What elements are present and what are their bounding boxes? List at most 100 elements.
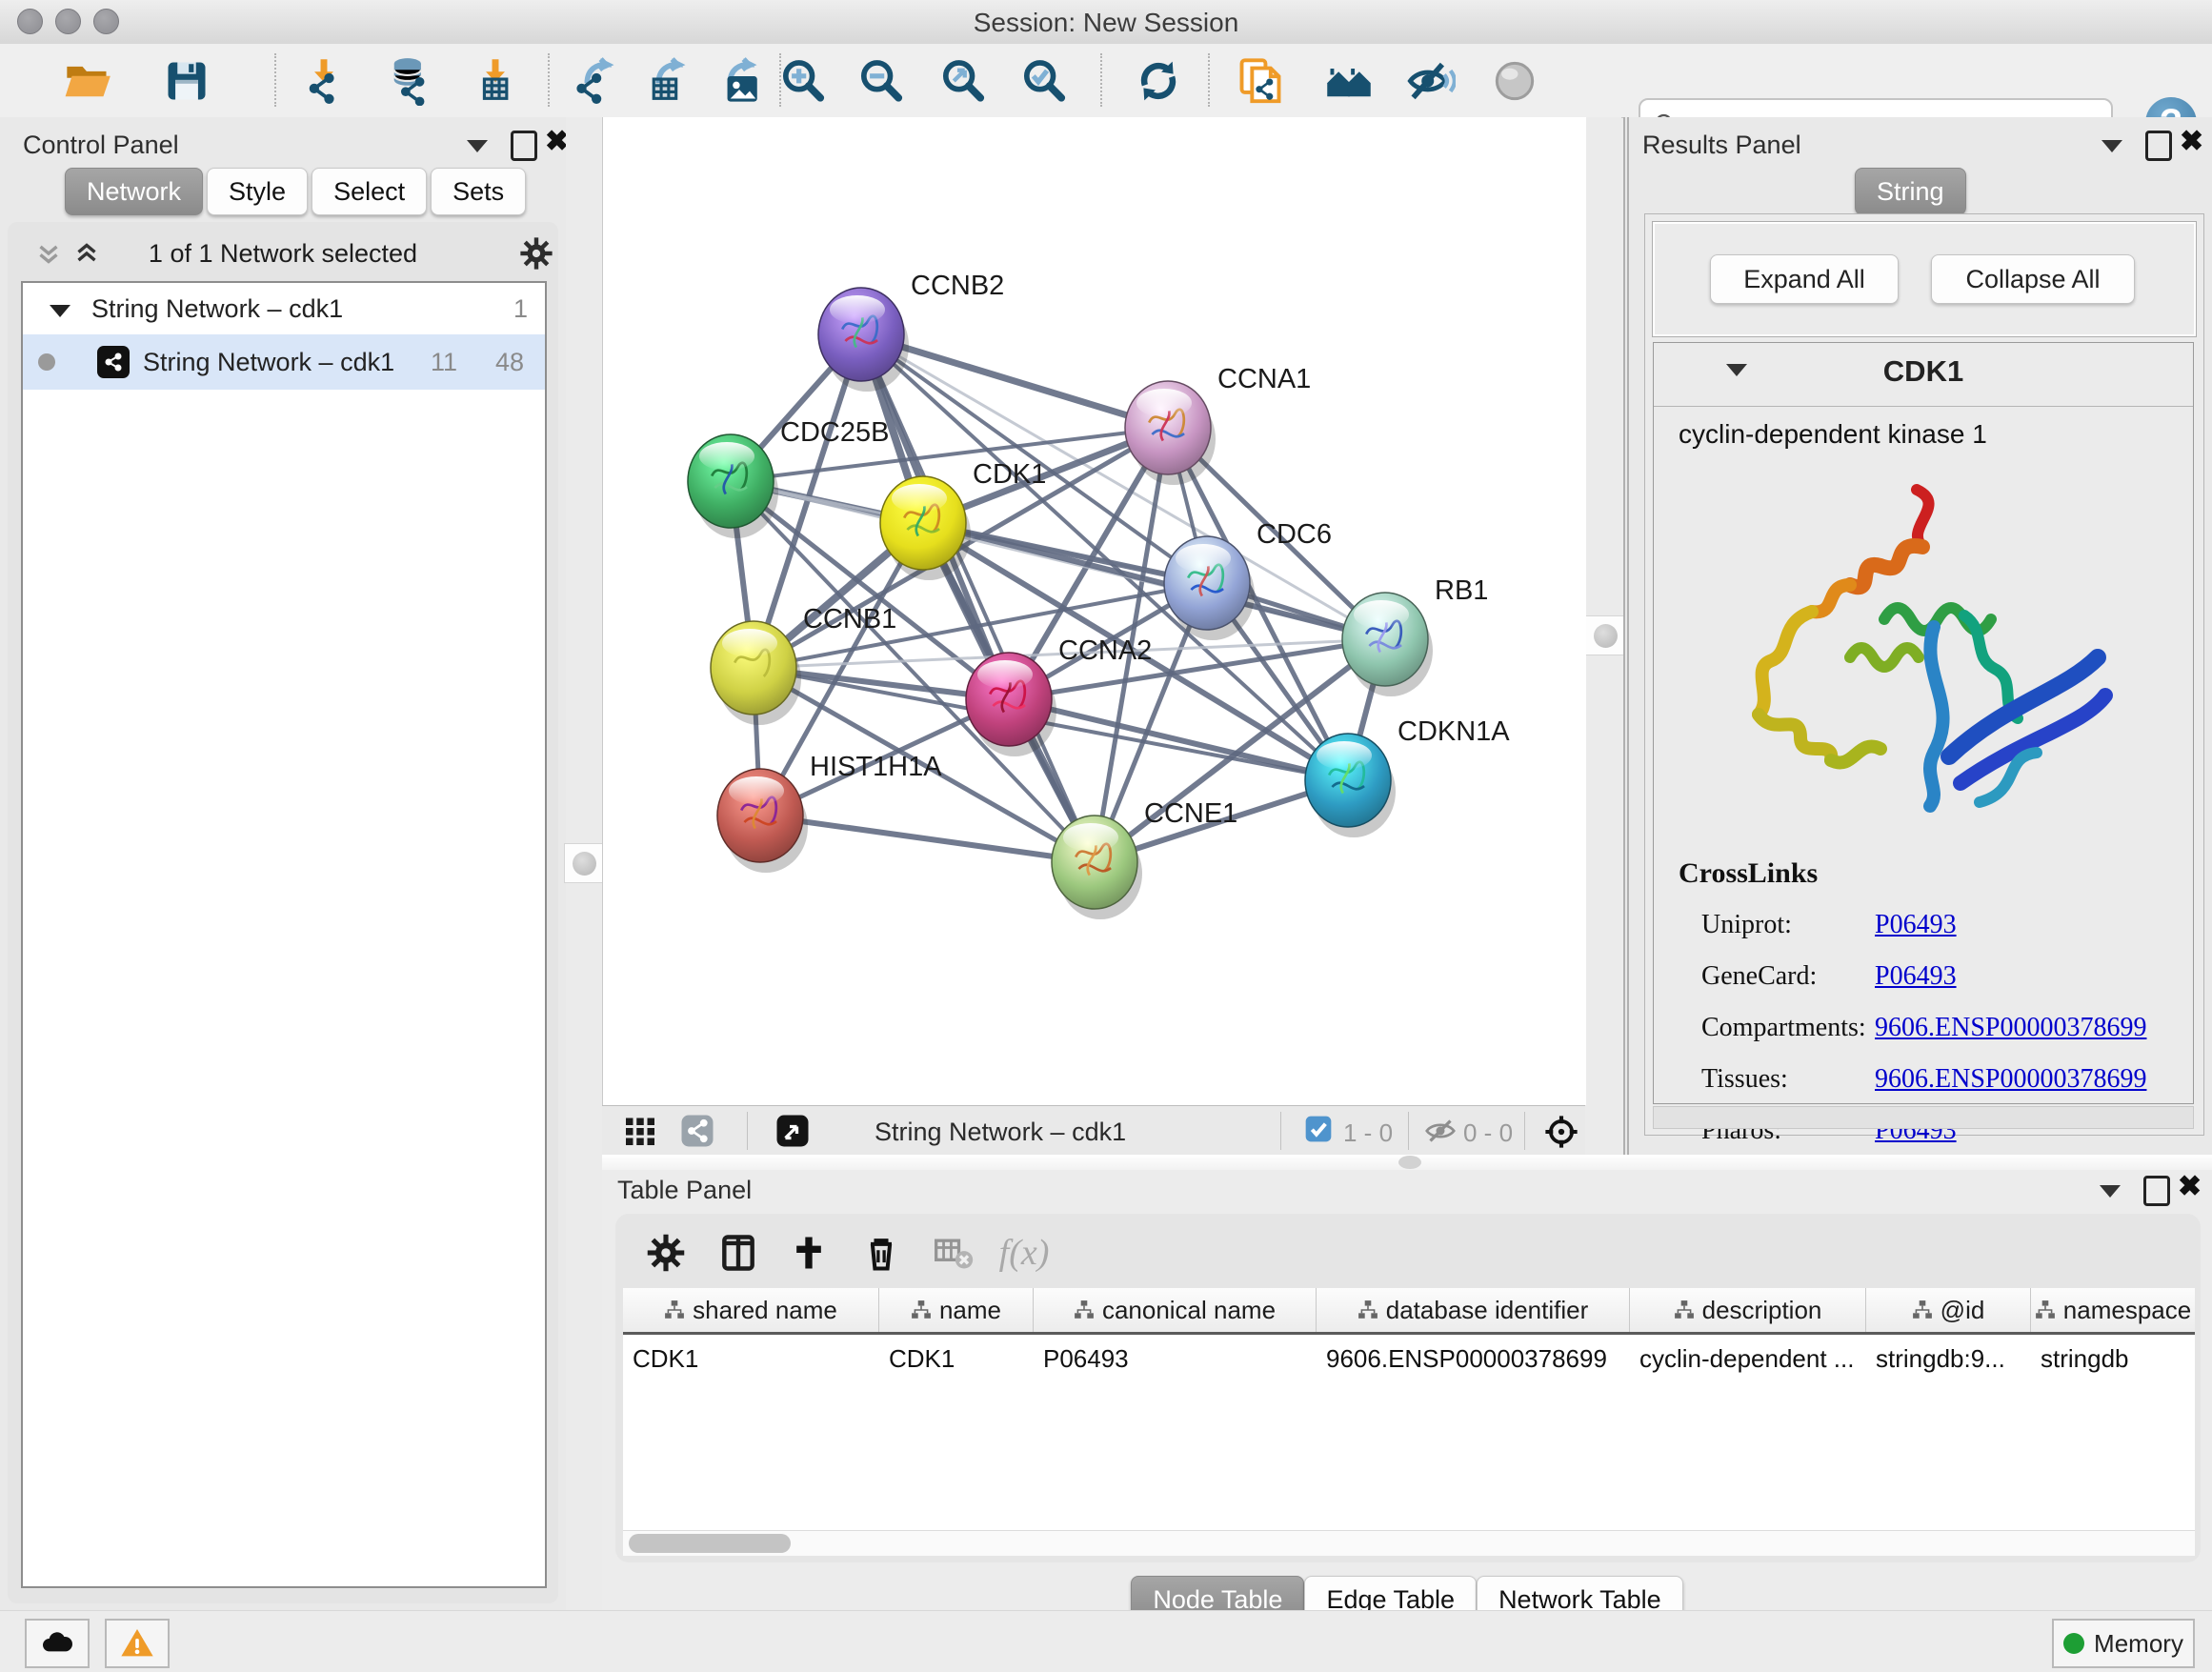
left-splitter[interactable] xyxy=(566,117,603,1610)
collapse-results-icon[interactable] xyxy=(2101,140,2122,157)
network-node[interactable]: CCNA1 xyxy=(1125,364,1311,485)
zoom-in-icon[interactable] xyxy=(777,55,829,107)
open-folder-icon[interactable] xyxy=(62,55,113,107)
delete-table-icon[interactable] xyxy=(930,1229,977,1277)
float-table-icon[interactable] xyxy=(2143,1176,2170,1206)
network-edge[interactable] xyxy=(760,816,1095,862)
network-node[interactable]: CCNB2 xyxy=(818,271,1004,392)
show-columns-icon[interactable] xyxy=(714,1229,762,1277)
network-style-icon[interactable] xyxy=(680,1114,714,1153)
zoom-out-icon[interactable] xyxy=(855,55,907,107)
table-cell[interactable]: CDK1 xyxy=(879,1335,1034,1382)
horizontal-splitter[interactable] xyxy=(602,1155,2212,1170)
export-network-icon[interactable] xyxy=(570,55,621,107)
tab-sets[interactable]: Sets xyxy=(431,168,526,215)
table-panel: Table Panel ✖ f(x) shared name xyxy=(602,1170,2212,1610)
function-builder-icon[interactable]: f(x) xyxy=(1000,1229,1048,1277)
import-database-icon[interactable] xyxy=(384,55,435,107)
table-cell[interactable]: 9606.ENSP00000378699 xyxy=(1317,1335,1630,1382)
collapse-table-icon[interactable] xyxy=(2100,1185,2121,1202)
share-document-icon[interactable] xyxy=(1235,55,1286,107)
float-panel-icon[interactable] xyxy=(511,131,537,161)
float-results-icon[interactable] xyxy=(2145,131,2172,161)
crosshair-icon[interactable] xyxy=(1543,1114,1579,1155)
right-splitter-grip[interactable] xyxy=(1585,615,1625,655)
table-gear-icon[interactable] xyxy=(642,1229,690,1277)
table-cell[interactable]: P06493 xyxy=(1034,1335,1317,1382)
column-header-name[interactable]: name xyxy=(879,1288,1034,1332)
network-collection-row[interactable]: String Network – cdk1 1 xyxy=(23,283,545,334)
crosslink-link[interactable]: 9606.ENSP00000378699 xyxy=(1875,1013,2146,1043)
collapse-all-button[interactable]: Collapse All xyxy=(1931,254,2135,304)
export-image-icon[interactable] xyxy=(713,55,764,107)
gear-icon[interactable] xyxy=(518,235,554,276)
expand-all-button[interactable]: Expand All xyxy=(1710,254,1899,304)
toolbar-separator xyxy=(274,53,276,107)
warning-icon xyxy=(118,1624,156,1662)
save-session-icon[interactable] xyxy=(161,55,212,107)
tab-style[interactable]: Style xyxy=(207,168,308,215)
right-splitter[interactable] xyxy=(1585,117,1621,1155)
cdk1-card-header[interactable]: CDK1 xyxy=(1654,343,2193,407)
hide-panel-icon[interactable] xyxy=(1405,55,1457,107)
selected-checkbox-icon[interactable] xyxy=(1303,1114,1334,1149)
grid-view-icon[interactable] xyxy=(623,1114,657,1153)
network-node-label: CDC6 xyxy=(1257,519,1332,550)
crosslink-link[interactable]: 9606.ENSP00000378699 xyxy=(1875,1064,2146,1095)
zoom-selected-icon[interactable] xyxy=(1018,55,1070,107)
memory-button[interactable]: Memory xyxy=(2052,1619,2195,1668)
column-header-shared-name[interactable]: shared name xyxy=(623,1288,879,1332)
close-table-icon[interactable]: ✖ xyxy=(2178,1170,2202,1203)
crosslink-row: Compartments:9606.ENSP00000378699 xyxy=(1679,1002,2146,1054)
network-node[interactable]: CDC25B xyxy=(688,417,889,538)
hscroll-thumb[interactable] xyxy=(629,1534,791,1553)
close-results-icon[interactable]: ✖ xyxy=(2180,125,2203,158)
tab-select[interactable]: Select xyxy=(312,168,427,215)
preview-icon[interactable] xyxy=(1489,55,1540,107)
table-cell[interactable]: cyclin-dependent ... xyxy=(1630,1335,1866,1382)
birds-eye-view-icon[interactable] xyxy=(775,1114,810,1153)
tab-network[interactable]: Network xyxy=(65,168,203,215)
crosslink-label: GeneCard: xyxy=(1679,961,1875,992)
column-header-namespace[interactable]: namespace xyxy=(2031,1288,2195,1332)
table-cell[interactable]: stringdb xyxy=(2031,1335,2195,1382)
network-node-label: CDKN1A xyxy=(1398,716,1510,747)
network-row[interactable]: String Network – cdk1 11 48 xyxy=(23,334,545,390)
network-canvas[interactable]: CCNB2 CCNA1 CDC25B CDK1 CDC6 RB1 CCNB1 xyxy=(602,117,1586,1105)
network-node[interactable]: HIST1H1A xyxy=(717,752,942,873)
zoom-fit-icon[interactable] xyxy=(937,55,989,107)
hidden-counts: 0 - 0 xyxy=(1463,1118,1513,1148)
results-scroll-track[interactable] xyxy=(1653,1106,2194,1129)
memory-label: Memory xyxy=(2094,1629,2183,1659)
left-splitter-grip[interactable] xyxy=(564,843,604,883)
crosslink-link[interactable]: P06493 xyxy=(1875,961,1957,992)
table-row[interactable]: CDK1CDK1P064939606.ENSP00000378699cyclin… xyxy=(623,1335,2195,1382)
delete-column-icon[interactable] xyxy=(857,1229,905,1277)
export-table-icon[interactable] xyxy=(641,55,693,107)
collapse-panel-icon[interactable] xyxy=(467,140,488,157)
column-header-description[interactable]: description xyxy=(1630,1288,1866,1332)
table-cell[interactable]: CDK1 xyxy=(623,1335,879,1382)
add-column-icon[interactable] xyxy=(785,1229,833,1277)
import-table-icon[interactable] xyxy=(470,55,521,107)
cloud-button[interactable] xyxy=(25,1619,90,1668)
refresh-icon[interactable] xyxy=(1133,55,1184,107)
network-tree: String Network – cdk1 1 String Network –… xyxy=(21,281,547,1588)
column-header-database-identifier[interactable]: database identifier xyxy=(1317,1288,1630,1332)
network-edge[interactable] xyxy=(861,334,1095,862)
crosslink-link[interactable]: P06493 xyxy=(1875,910,1957,940)
column-header--id[interactable]: @id xyxy=(1866,1288,2031,1332)
table-cell[interactable]: stringdb:9... xyxy=(1866,1335,2031,1382)
tab-string[interactable]: String xyxy=(1855,168,1966,215)
import-network-icon[interactable] xyxy=(298,55,350,107)
control-panel-tabs: NetworkStyleSelectSets xyxy=(65,168,526,215)
hidden-eye-icon[interactable] xyxy=(1423,1114,1458,1153)
network-node[interactable]: RB1 xyxy=(1342,575,1488,696)
column-header-canonical-name[interactable]: canonical name xyxy=(1034,1288,1317,1332)
table-hscrollbar[interactable] xyxy=(623,1530,2195,1556)
home-icon[interactable] xyxy=(1323,55,1375,107)
results-panel: Results Panel ✖ String Expand All Collap… xyxy=(1623,117,2212,1155)
network-node[interactable]: CCNE1 xyxy=(1052,798,1237,919)
network-node[interactable]: CDKN1A xyxy=(1305,716,1510,837)
warning-button[interactable] xyxy=(105,1619,170,1668)
